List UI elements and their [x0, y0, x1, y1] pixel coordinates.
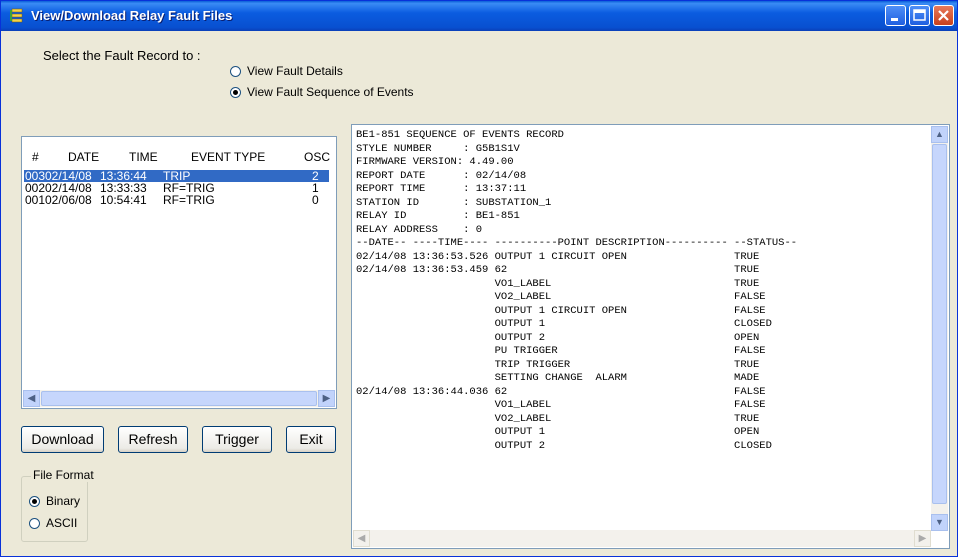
minimize-button[interactable]: [885, 5, 906, 26]
report-line: RELAY ID : BE1-851: [356, 210, 520, 222]
radio-circle[interactable]: [29, 495, 40, 507]
report-line: BE1-851 SEQUENCE OF EVENTS RECORD: [356, 129, 564, 141]
scroll-thumb[interactable]: [41, 391, 317, 406]
list-header: # DATE TIME EVENT TYPE OSC: [22, 150, 336, 164]
report-line: OUTPUT 2 OPEN: [356, 331, 760, 344]
report-line: PU TRIGGER FALSE: [356, 345, 766, 357]
scroll-up-button[interactable]: ▲: [931, 126, 948, 143]
report-line: OUTPUT 2 CLOSED: [356, 439, 772, 452]
header-number: #: [32, 150, 39, 164]
report-line: 02/14/08 13:36:53.526 OUTPUT 1 CIRCUIT O…: [356, 250, 760, 263]
report-line: VO2_LABEL TRUE: [356, 412, 760, 425]
report-line: OUTPUT 1 CIRCUIT OPEN FALSE: [356, 304, 766, 317]
title-bar[interactable]: View/Download Relay Fault Files: [1, 1, 957, 31]
fault-record-list[interactable]: # DATE TIME EVENT TYPE OSC 003 02/14/08 …: [21, 136, 337, 409]
report-line: 02/14/08 13:36:44.036 62 FALSE: [356, 385, 766, 398]
radio-label: View Fault Details: [247, 64, 343, 78]
report-horizontal-scrollbar[interactable]: ◀ ▶: [353, 530, 931, 547]
report-line: 02/14/08 13:36:53.459 62 TRUE: [356, 264, 760, 276]
row-osc: 0: [312, 193, 319, 207]
report-line: REPORT DATE : 02/14/08: [356, 169, 527, 182]
radio-binary[interactable]: Binary: [29, 494, 80, 508]
radio-circle[interactable]: [230, 65, 241, 77]
report-line: VO1_LABEL TRUE: [356, 277, 760, 290]
close-button[interactable]: [933, 5, 954, 26]
minimize-icon: [891, 18, 898, 21]
report-vertical-scrollbar[interactable]: ▲ ▼: [931, 126, 948, 531]
scroll-left-button[interactable]: ◀: [353, 530, 370, 547]
row-event: RF=TRIG: [163, 193, 215, 207]
download-button[interactable]: Download: [21, 426, 104, 453]
header-osc: OSC: [304, 150, 331, 164]
report-line: TRIP TRIGGER TRUE: [356, 358, 760, 371]
report-line: FIRMWARE VERSION: 4.49.00: [356, 156, 514, 168]
file-format-legend: File Format: [31, 468, 96, 482]
header-date: DATE: [68, 150, 100, 164]
report-line: SETTING CHANGE ALARM MADE: [356, 372, 760, 384]
report-line: STYLE NUMBER : G5B1S1V: [356, 142, 520, 155]
main-window: View/Download Relay Fault Files Select t…: [0, 0, 958, 557]
scroll-thumb[interactable]: [932, 144, 947, 504]
radio-label: ASCII: [46, 516, 78, 530]
radio-circle[interactable]: [230, 86, 241, 98]
maximize-icon: [913, 9, 926, 21]
radio-circle[interactable]: [29, 517, 40, 529]
maximize-button[interactable]: [909, 5, 930, 26]
row-date: 02/06/08: [45, 193, 92, 207]
report-line: VO1_LABEL FALSE: [356, 399, 766, 411]
report-text: BE1-851 SEQUENCE OF EVENTS RECORD STYLE N…: [356, 129, 797, 453]
refresh-button[interactable]: Refresh: [118, 426, 188, 453]
report-line: STATION ID : SUBSTATION_1: [356, 196, 552, 209]
radio-label: Binary: [46, 494, 81, 508]
report-line: --DATE-- ----TIME---- ----------POINT DE…: [356, 237, 798, 249]
radio-label: View Fault Sequence of Events: [247, 85, 414, 99]
exit-button[interactable]: Exit: [286, 426, 336, 453]
radio-view-fault-details[interactable]: View Fault Details: [230, 64, 343, 78]
window-title: View/Download Relay Fault Files: [31, 8, 233, 23]
select-prompt: Select the Fault Record to :: [43, 48, 201, 63]
report-line: REPORT TIME : 13:37:11: [356, 183, 527, 195]
scroll-down-button[interactable]: ▼: [931, 514, 948, 531]
report-line: OUTPUT 1 CLOSED: [356, 318, 772, 330]
file-format-group: [21, 476, 88, 542]
scroll-right-button[interactable]: ▶: [914, 530, 931, 547]
trigger-button[interactable]: Trigger: [202, 426, 272, 453]
row-number: 001: [25, 193, 46, 207]
app-icon: [9, 8, 25, 24]
header-event-type: EVENT TYPE: [191, 150, 266, 164]
header-time: TIME: [129, 150, 158, 164]
row-time: 10:54:41: [100, 193, 147, 207]
close-icon: [938, 10, 949, 21]
list-row[interactable]: 001 02/06/08 10:54:41 RF=TRIG 0: [24, 194, 329, 206]
sequence-of-events-textbox[interactable]: BE1-851 SEQUENCE OF EVENTS RECORD STYLE N…: [351, 124, 950, 549]
scroll-right-button[interactable]: ▶: [318, 390, 335, 407]
radio-ascii[interactable]: ASCII: [29, 516, 77, 530]
report-line: OUTPUT 1 OPEN: [356, 426, 760, 438]
report-line: RELAY ADDRESS : 0: [356, 223, 483, 236]
list-horizontal-scrollbar[interactable]: ◀ ▶: [23, 390, 335, 407]
scroll-left-button[interactable]: ◀: [23, 390, 40, 407]
report-line: VO2_LABEL FALSE: [356, 291, 766, 303]
radio-view-fault-sequence[interactable]: View Fault Sequence of Events: [230, 85, 414, 99]
